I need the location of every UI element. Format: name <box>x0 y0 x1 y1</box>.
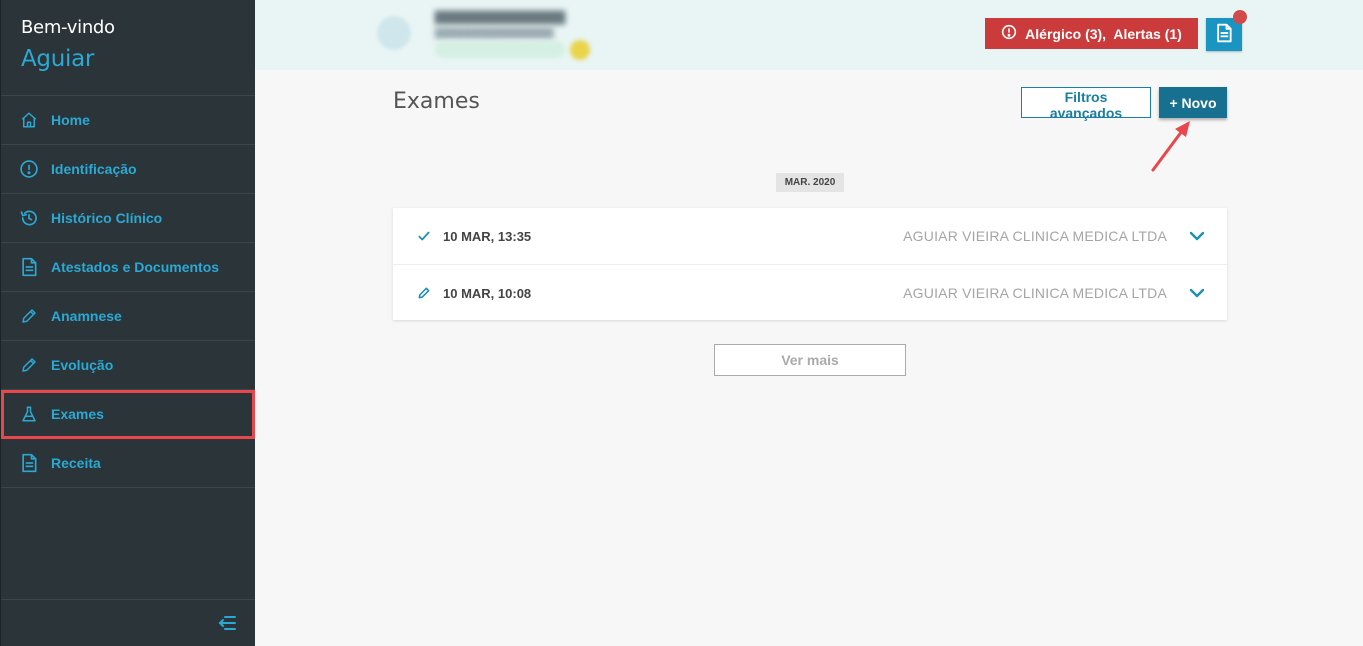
chevron-down-icon[interactable] <box>1189 229 1205 243</box>
pencil-icon <box>417 286 431 300</box>
allergy-alerts-label: Alérgico (3), Alertas (1) <box>1025 25 1182 42</box>
sidebar-item-label: Receita <box>51 455 101 471</box>
sidebar-item-exames[interactable]: Exames <box>1 390 255 439</box>
document-icon <box>19 257 39 277</box>
notification-badge <box>1233 10 1247 24</box>
info-icon <box>19 159 39 179</box>
sidebar-nav: Home Identificação Histórico Clínico Ate… <box>1 95 255 488</box>
sidebar-item-atestados[interactable]: Atestados e Documentos <box>1 243 255 292</box>
document-icon <box>1215 23 1233 46</box>
history-icon <box>19 208 39 228</box>
sidebar: Bem-vindo Aguiar Home Identificação Hist… <box>0 0 255 646</box>
annotation-arrow <box>1151 121 1190 172</box>
sidebar-item-evolucao[interactable]: Evolução <box>1 341 255 390</box>
collapse-menu-icon[interactable] <box>217 614 237 632</box>
home-icon <box>19 110 39 130</box>
sidebar-item-label: Histórico Clínico <box>51 210 163 226</box>
exam-clinic: AGUIAR VIEIRA CLINICA MEDICA LTDA <box>903 285 1167 301</box>
patient-header: ▇▇▇▇▇▇▇▇▇▇▇▇▇ ▇▇▇▇▇▇▇▇▇▇▇▇▇▇ Alérgico (3… <box>255 0 1363 70</box>
sidebar-item-historico-clinico[interactable]: Histórico Clínico <box>1 194 255 243</box>
exam-row[interactable]: 10 MAR, 13:35 AGUIAR VIEIRA CLINICA MEDI… <box>393 208 1227 265</box>
pencil-icon <box>19 306 39 326</box>
welcome-text: Bem-vindo <box>21 17 115 38</box>
check-icon <box>417 229 431 243</box>
pencil-icon <box>19 355 39 375</box>
sidebar-item-home[interactable]: Home <box>1 96 255 145</box>
load-more-button[interactable]: Ver mais <box>714 344 906 376</box>
date-group-label: MAR. 2020 <box>776 173 844 192</box>
username: Aguiar <box>21 46 95 72</box>
sidebar-item-label: Identificação <box>51 161 137 177</box>
sidebar-item-label: Atestados e Documentos <box>51 259 220 275</box>
page-title: Exames <box>393 89 480 114</box>
exam-date: 10 MAR, 10:08 <box>443 286 532 301</box>
exam-clinic: AGUIAR VIEIRA CLINICA MEDICA LTDA <box>903 228 1167 244</box>
sidebar-item-label: Anamnese <box>51 308 122 324</box>
advanced-filters-button[interactable]: Filtros avançados <box>1021 87 1151 121</box>
exam-row[interactable]: 10 MAR, 10:08 AGUIAR VIEIRA CLINICA MEDI… <box>393 265 1227 321</box>
sidebar-item-receita[interactable]: Receita <box>1 439 255 488</box>
sidebar-item-label: Evolução <box>51 357 114 373</box>
sidebar-item-anamnese[interactable]: Anamnese <box>1 292 255 341</box>
patient-info-redacted: ▇▇▇▇▇▇▇▇▇▇▇▇▇▇ <box>435 27 554 39</box>
document-icon <box>19 453 39 473</box>
sidebar-footer <box>1 599 255 646</box>
patient-status-dot <box>570 40 590 60</box>
flask-icon <box>19 404 39 424</box>
sidebar-item-identificacao[interactable]: Identificação <box>1 145 255 194</box>
sidebar-item-label: Home <box>51 112 90 128</box>
new-exam-button[interactable]: + Novo <box>1159 87 1227 118</box>
allergy-alerts-button[interactable]: Alérgico (3), Alertas (1) <box>985 18 1198 49</box>
sidebar-item-label: Exames <box>51 406 104 422</box>
exam-date: 10 MAR, 13:35 <box>443 229 532 244</box>
patient-chip-redacted <box>435 41 565 58</box>
chevron-down-icon[interactable] <box>1189 286 1205 300</box>
alert-circle-icon <box>1001 24 1017 43</box>
patient-name-redacted: ▇▇▇▇▇▇▇▇▇▇▇▇▇ <box>435 9 565 24</box>
exam-list: 10 MAR, 13:35 AGUIAR VIEIRA CLINICA MEDI… <box>393 208 1227 320</box>
patient-avatar <box>377 16 411 50</box>
